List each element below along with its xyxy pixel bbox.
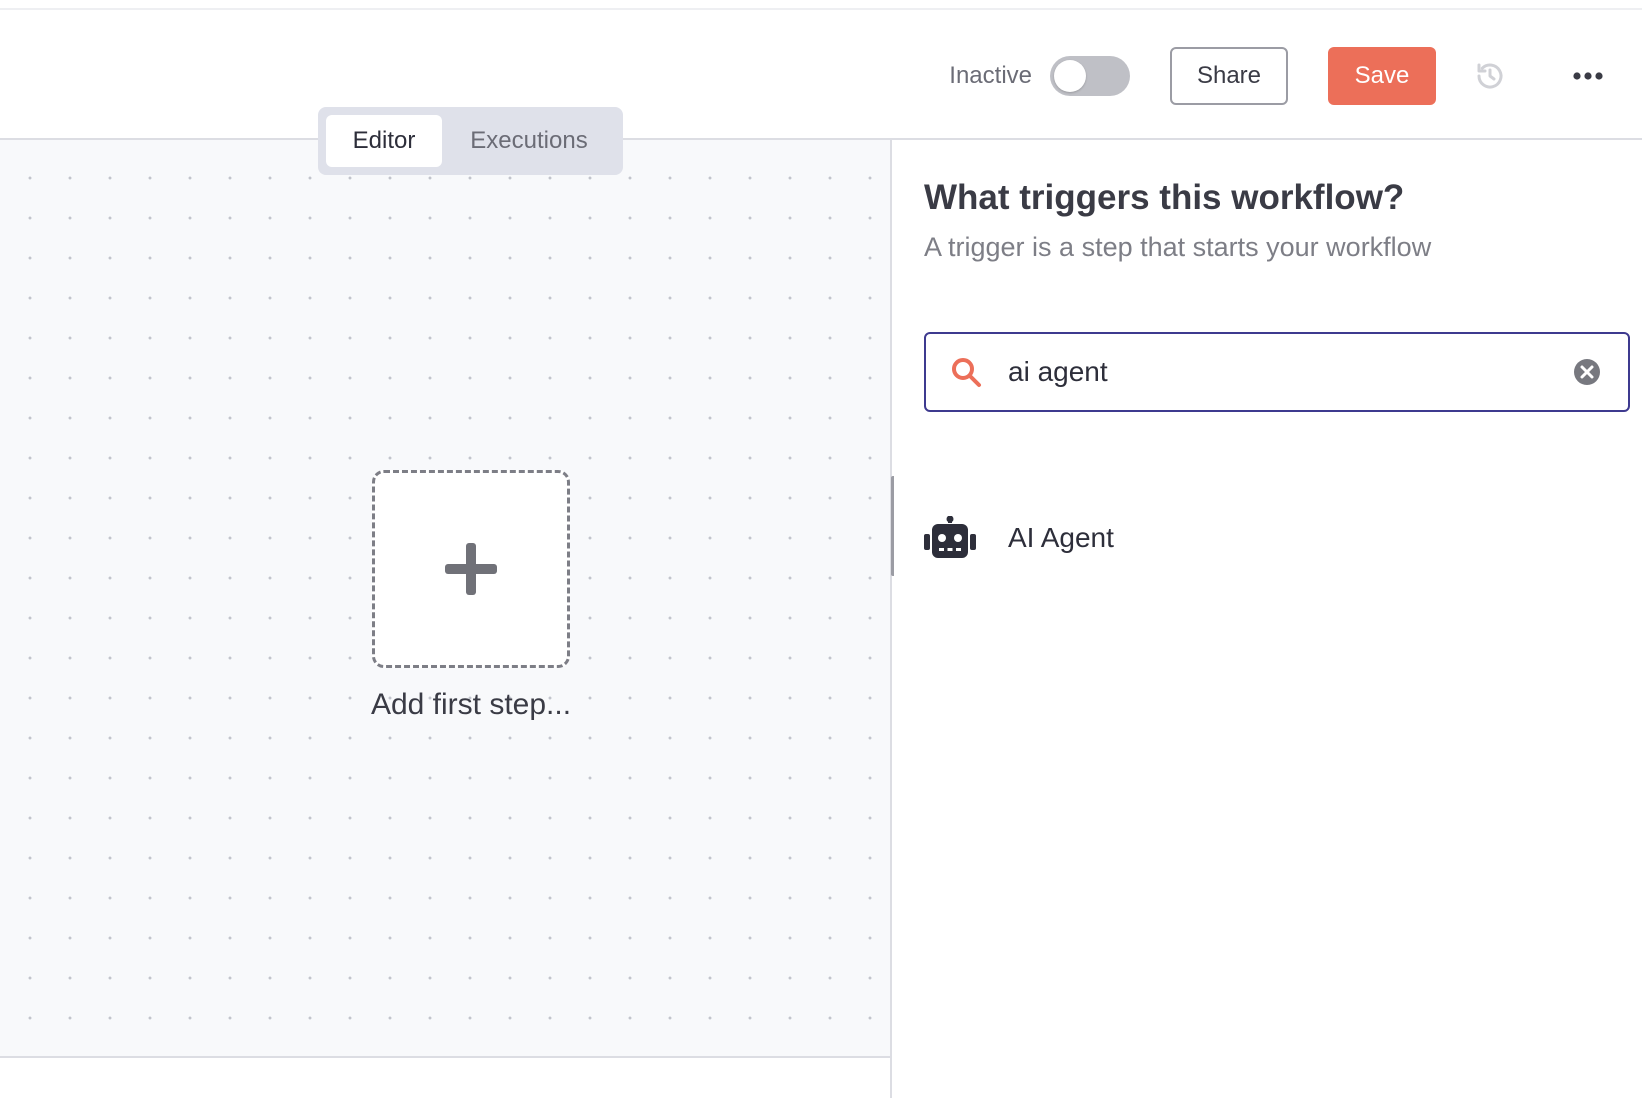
workflow-header: Inactive Share Save <box>0 12 1642 140</box>
header-actions: Inactive Share Save <box>949 46 1642 106</box>
add-first-step-label: Add first step... <box>370 688 572 721</box>
tab-editor[interactable]: Editor <box>326 115 442 167</box>
history-icon[interactable] <box>1472 58 1508 94</box>
more-options-icon[interactable] <box>1568 58 1608 94</box>
node-creator-panel: What triggers this workflow? A trigger i… <box>894 142 1642 1098</box>
tab-executions[interactable]: Executions <box>444 115 614 167</box>
active-toggle[interactable] <box>1050 56 1130 96</box>
search-box <box>924 332 1630 412</box>
toggle-knob <box>1054 60 1086 92</box>
search-result-label: AI Agent <box>1008 522 1114 553</box>
save-button[interactable]: Save <box>1328 47 1436 105</box>
plus-icon <box>445 543 497 595</box>
search-input[interactable] <box>1008 342 1572 402</box>
view-tabs: Editor Executions <box>318 107 623 175</box>
clear-search-icon[interactable] <box>1572 357 1602 387</box>
add-first-step-button[interactable] <box>372 470 570 668</box>
share-button[interactable]: Share <box>1170 47 1288 105</box>
panel-title: What triggers this workflow? <box>924 178 1405 217</box>
search-icon <box>948 354 984 390</box>
active-status-label: Inactive <box>949 62 1032 89</box>
robot-icon <box>924 515 976 561</box>
panel-subtitle: A trigger is a step that starts your wor… <box>924 232 1432 262</box>
top-strip <box>0 0 1642 10</box>
search-result-item[interactable]: AI Agent <box>924 498 1630 578</box>
app-window: Inactive Share Save Editor Executions Ad… <box>0 0 1642 1098</box>
canvas-footer <box>0 1058 892 1098</box>
